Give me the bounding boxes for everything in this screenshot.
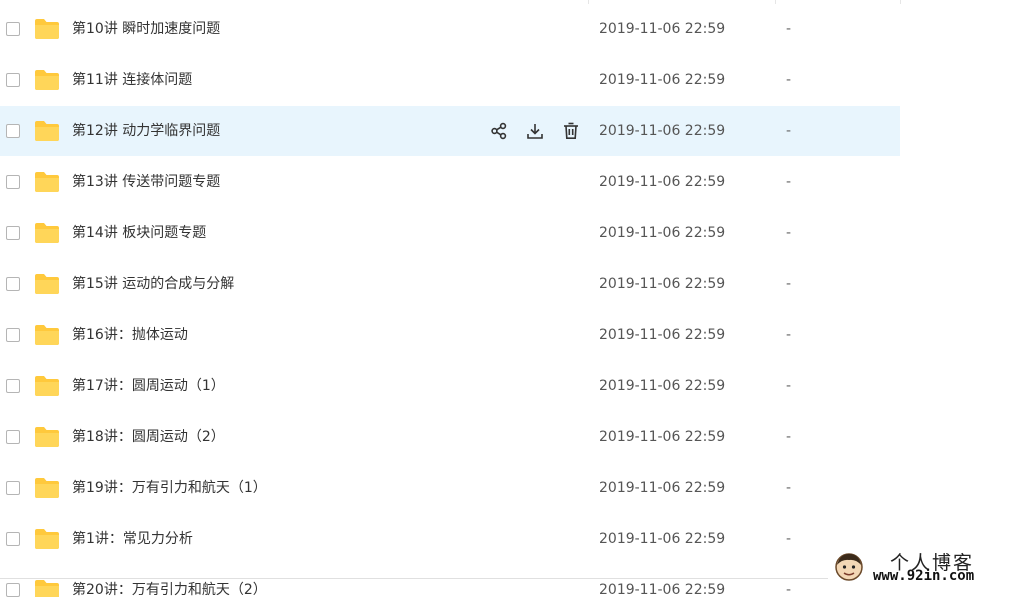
file-name[interactable]: 第20讲：万有引力和航天（2） [72,565,267,597]
table-row[interactable]: 第10讲 瞬时加速度问题 2019-11-06 22:59 - [0,4,900,55]
modified-time: 2019-11-06 22:59 [599,174,726,190]
file-size: - [786,429,792,445]
row-checkbox[interactable] [6,73,20,87]
file-name[interactable]: 第11讲 连接体问题 [72,55,192,105]
file-size: - [786,531,792,547]
row-checkbox[interactable] [6,22,20,36]
modified-time: 2019-11-06 22:59 [599,225,726,241]
column-separator [900,0,901,4]
table-row[interactable]: 第17讲：圆周运动（1） 2019-11-06 22:59 - [0,361,900,412]
modified-time: 2019-11-06 22:59 [599,276,726,292]
table-row[interactable]: 第16讲：抛体运动 2019-11-06 22:59 - [0,310,900,361]
row-checkbox[interactable] [6,328,20,342]
folder-icon [35,70,59,90]
row-actions [488,120,582,142]
share-icon[interactable] [488,120,510,142]
modified-time: 2019-11-06 22:59 [599,378,726,394]
file-name[interactable]: 第16讲：抛体运动 [72,310,188,360]
table-row[interactable]: 第20讲：万有引力和航天（2） 2019-11-06 22:59 - [0,565,900,598]
table-row[interactable]: 第1讲：常见力分析 2019-11-06 22:59 - [0,514,900,565]
file-size: - [786,123,792,139]
row-checkbox[interactable] [6,226,20,240]
watermark-url: www.92in.com [873,568,975,584]
file-name[interactable]: 第1讲：常见力分析 [72,514,193,564]
file-size: - [786,480,792,496]
download-icon[interactable] [524,120,546,142]
folder-icon [35,325,59,345]
file-name[interactable]: 第14讲 板块问题专题 [72,208,206,258]
folder-icon [35,121,59,141]
table-row[interactable]: 第11讲 连接体问题 2019-11-06 22:59 - [0,55,900,106]
watermark: 个人博客 www.92in.com [828,546,1024,589]
folder-icon [35,19,59,39]
file-name[interactable]: 第12讲 动力学临界问题 [72,106,220,156]
delete-icon[interactable] [560,120,582,142]
folder-icon [35,274,59,294]
file-name[interactable]: 第19讲：万有引力和航天（1） [72,463,267,513]
modified-time: 2019-11-06 22:59 [599,429,726,445]
file-name[interactable]: 第15讲 运动的合成与分解 [72,259,234,309]
modified-time: 2019-11-06 22:59 [599,72,726,88]
row-checkbox[interactable] [6,430,20,444]
folder-icon [35,223,59,243]
folder-icon [35,427,59,447]
row-checkbox[interactable] [6,124,20,138]
row-checkbox[interactable] [6,277,20,291]
modified-time: 2019-11-06 22:59 [599,531,726,547]
folder-icon [35,478,59,498]
file-name[interactable]: 第17讲：圆周运动（1） [72,361,225,411]
row-checkbox[interactable] [6,379,20,393]
folder-icon [35,376,59,396]
row-checkbox[interactable] [6,532,20,546]
modified-time: 2019-11-06 22:59 [599,21,726,37]
table-row[interactable]: 第14讲 板块问题专题 2019-11-06 22:59 - [0,208,900,259]
file-size: - [786,21,792,37]
modified-time: 2019-11-06 22:59 [599,582,726,598]
file-size: - [786,72,792,88]
file-name[interactable]: 第13讲 传送带问题专题 [72,157,220,207]
avatar [835,553,863,581]
file-size: - [786,225,792,241]
folder-icon [35,172,59,192]
table-row[interactable]: 第15讲 运动的合成与分解 2019-11-06 22:59 - [0,259,900,310]
row-checkbox[interactable] [6,481,20,495]
modified-time: 2019-11-06 22:59 [599,327,726,343]
file-name[interactable]: 第10讲 瞬时加速度问题 [72,4,220,54]
file-size: - [786,276,792,292]
file-list: 第10讲 瞬时加速度问题 2019-11-06 22:59 - 第11讲 连接体… [0,4,900,598]
folder-icon [35,529,59,549]
modified-time: 2019-11-06 22:59 [599,123,726,139]
file-size: - [786,582,792,598]
modified-time: 2019-11-06 22:59 [599,480,726,496]
table-row[interactable]: 第13讲 传送带问题专题 2019-11-06 22:59 - [0,157,900,208]
file-name[interactable]: 第18讲：圆周运动（2） [72,412,225,462]
row-checkbox[interactable] [6,583,20,597]
file-size: - [786,174,792,190]
table-row[interactable]: 第12讲 动力学临界问题 2019-11-06 22:59 - [0,106,900,157]
file-size: - [786,378,792,394]
table-row[interactable]: 第19讲：万有引力和航天（1） 2019-11-06 22:59 - [0,463,900,514]
table-row[interactable]: 第18讲：圆周运动（2） 2019-11-06 22:59 - [0,412,900,463]
row-checkbox[interactable] [6,175,20,189]
file-size: - [786,327,792,343]
